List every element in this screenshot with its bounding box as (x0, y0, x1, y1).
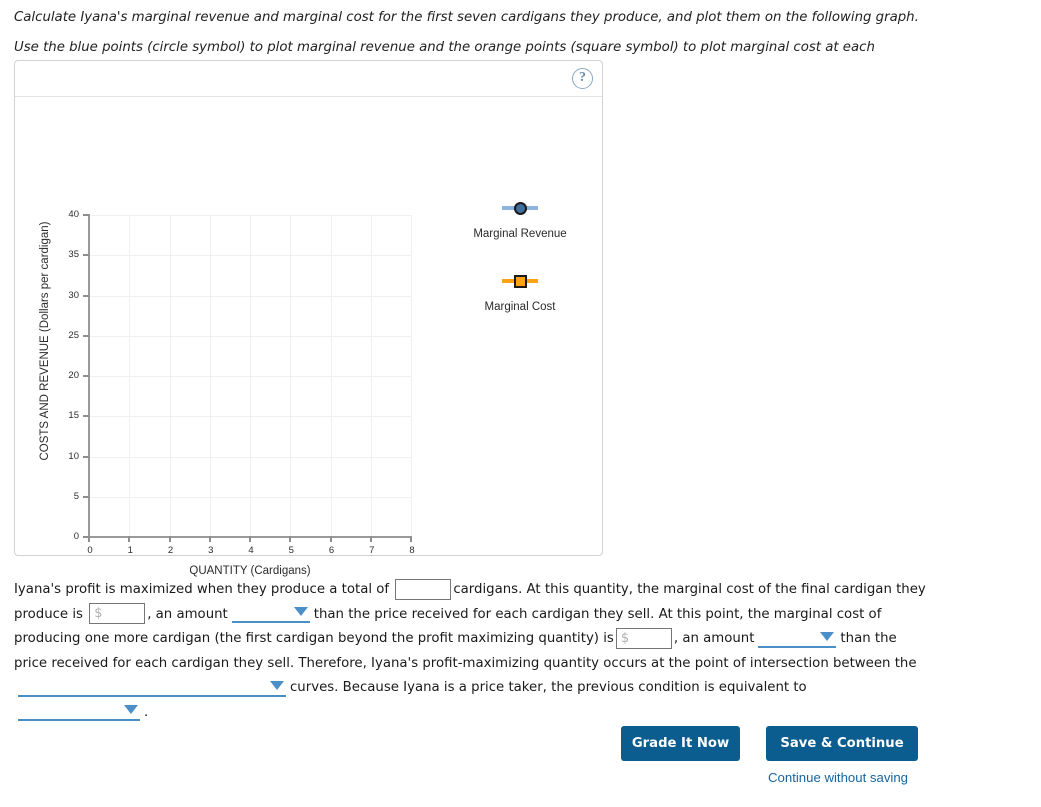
x-axis-tick-label: 3 (208, 545, 214, 556)
continue-without-saving-link[interactable]: Continue without saving (768, 770, 908, 785)
x-axis-tick (369, 536, 372, 542)
grade-it-now-button[interactable]: Grade It Now (621, 726, 740, 761)
circle-marker-icon (513, 201, 527, 215)
gridline-horizontal (89, 416, 411, 418)
y-axis-tick-label-holder: 30 (49, 290, 79, 302)
y-axis-tick-label-holder: 0 (49, 531, 79, 543)
x-axis-tick-label: 0 (87, 545, 93, 556)
y-axis-tick-label: 10 (68, 450, 79, 462)
gridline-vertical (411, 215, 412, 537)
question-segment-6: , an amount (673, 631, 755, 646)
x-axis-tick-label: 2 (167, 545, 174, 556)
legend-label-marginal-revenue: Marginal Revenue (473, 228, 567, 240)
question-segment-5: cardigan (the first cardigan beyond the … (152, 631, 614, 646)
marginal-revenue-swatch (440, 197, 600, 219)
y-axis-tick (83, 495, 89, 498)
y-axis-tick-label-holder: 25 (49, 330, 79, 342)
y-axis-tick (83, 254, 89, 257)
chevron-down-icon (820, 631, 835, 641)
question-segment-3: , an amount (147, 606, 228, 622)
chevron-down-icon (124, 705, 138, 714)
y-axis-tick-label-holder: 5 (49, 491, 79, 503)
gridline-horizontal (89, 335, 411, 337)
legend-label-marginal-cost: Marginal Cost (484, 301, 556, 313)
save-and-continue-button[interactable]: Save & Continue (766, 726, 918, 761)
x-axis-tick (128, 536, 131, 542)
question-segment-9: curves. Because Iyana is a price taker, … (290, 680, 807, 695)
y-axis-tick (83, 294, 89, 297)
amount-comparison-dropdown-2[interactable] (758, 629, 837, 648)
x-axis-tick (88, 536, 90, 542)
y-axis-tick-label-holder: 20 (49, 370, 79, 382)
y-axis-tick-label: 25 (68, 329, 79, 341)
y-axis-tick (83, 375, 89, 377)
price-taker-condition-dropdown[interactable] (18, 702, 140, 721)
question-block: Iyana's profit is maximized when they pr… (14, 578, 926, 725)
x-axis-tick-label: 4 (248, 545, 254, 556)
question-segment-8: they sell. Therefore, Iyana's profit-max… (233, 655, 917, 671)
x-axis-tick (168, 536, 171, 542)
x-axis-tick (249, 536, 251, 542)
gridline-horizontal (89, 376, 411, 377)
gridline-horizontal (89, 496, 411, 498)
x-axis-title: QUANTITY (Cardigans) (189, 565, 311, 577)
x-axis-tick-label: 5 (288, 545, 294, 556)
x-axis-tick (329, 536, 332, 542)
question-segment-1: Iyana's profit is maximized when they pr… (14, 582, 394, 597)
legend-entry-marginal-revenue[interactable]: Marginal Revenue (440, 197, 600, 240)
quantity-input[interactable] (395, 578, 452, 600)
y-axis-tick-label-holder: 35 (49, 249, 79, 261)
y-axis-tick-label-holder: 40 (49, 209, 79, 221)
curves-intersection-dropdown[interactable] (18, 678, 286, 697)
y-axis-tick-label: 35 (68, 249, 79, 261)
chevron-down-icon (270, 680, 284, 690)
x-axis-tick-label: 1 (127, 545, 133, 556)
y-axis-tick (83, 415, 89, 418)
x-axis-tick (289, 536, 292, 542)
legend-entry-marginal-cost[interactable]: Marginal Cost (440, 270, 600, 313)
graph-panel: ? 0 5 10 15 20 25 30 35 40 0 1 2 3 4 5 6 7 8 QUANTITY (Ca… (14, 60, 604, 577)
gridline-horizontal (89, 215, 411, 216)
x-axis-tick-label: 6 (328, 545, 335, 556)
chart-legend: Marginal Revenue Marginal Cost (440, 197, 600, 343)
plot-area[interactable] (89, 215, 412, 537)
y-axis-tick-label: 15 (68, 410, 79, 422)
gridline-horizontal (89, 456, 411, 458)
help-icon[interactable]: ? (572, 68, 593, 89)
gridline-horizontal (89, 295, 411, 297)
amount-comparison-dropdown-1[interactable] (231, 604, 310, 623)
plot-wrapper: 0 5 10 15 20 25 30 35 40 0 1 2 3 4 5 6 7 8 QUANTITY (Card… (15, 97, 604, 577)
gridline-horizontal (89, 255, 411, 257)
marginal-cost-swatch (440, 270, 600, 292)
y-axis-tick-label: 40 (68, 209, 79, 220)
y-axis-tick (83, 334, 89, 337)
x-axis-tick (208, 536, 211, 542)
y-axis-tick-label-holder: 15 (49, 410, 79, 422)
y-axis-tick-label: 30 (68, 289, 79, 301)
marginal-cost-input-2[interactable] (615, 627, 672, 649)
y-axis-tick-label: 5 (73, 490, 79, 502)
square-marker-icon (513, 274, 527, 288)
y-axis-tick (83, 214, 89, 216)
y-axis-tick-label-holder: 10 (49, 451, 79, 463)
y-axis-tick-label: 20 (68, 370, 79, 381)
x-axis-tick-label: 7 (369, 545, 375, 556)
y-axis-tick (83, 455, 89, 458)
chevron-down-icon (293, 607, 308, 616)
y-axis-title: COSTS AND REVENUE (Dollars per cardigan) (39, 221, 51, 461)
y-axis-tick-label: 0 (73, 531, 79, 542)
x-axis-tick (410, 536, 412, 542)
x-axis-tick-label: 8 (409, 545, 415, 556)
marginal-cost-input[interactable] (89, 603, 146, 624)
question-segment-10: . (144, 704, 149, 720)
graph-panel-header (15, 61, 602, 97)
